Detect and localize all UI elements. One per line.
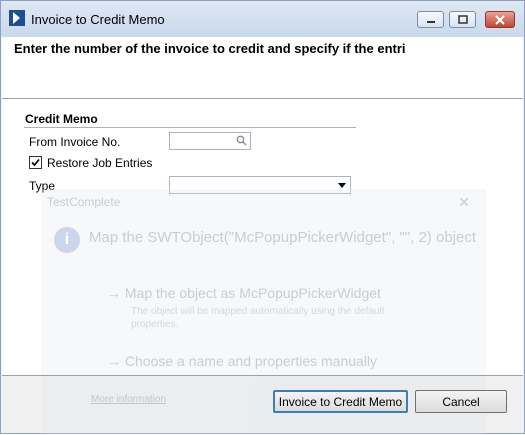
instruction-header: Enter the number of the invoice to credi… [2,37,523,99]
section-divider [24,127,356,128]
overlay-close-icon[interactable]: ✕ [458,194,470,211]
overlay-option-desc: The object will be mapped automatically … [131,306,385,330]
restore-job-entries-label[interactable]: Restore Job Entries [47,156,152,170]
app-logo-icon [9,10,25,26]
title-bar[interactable]: Invoice to Credit Memo [1,1,524,37]
overlay-more-info-link[interactable]: More information [91,394,166,405]
overlay-heading: Map the SWTObject("McPopupPickerWidget",… [89,229,476,246]
window-title: Invoice to Credit Memo [31,12,165,27]
checkmark-icon [31,158,40,167]
overlay-option-manual[interactable]: → Choose a name and properties manually [107,353,377,369]
minimize-icon [426,20,435,23]
close-button[interactable] [485,11,515,28]
close-icon [495,14,505,25]
from-invoice-input[interactable] [170,133,234,149]
overlay-title: TestComplete [47,195,121,209]
invoice-to-credit-memo-button[interactable]: Invoice to Credit Memo [273,390,408,413]
from-invoice-label: From Invoice No. [29,135,121,149]
minimize-button[interactable] [417,11,444,28]
footer-divider [2,375,523,376]
overlay-option-map[interactable]: → Map the object as McPopupPickerWidget [107,285,381,301]
search-icon[interactable] [236,135,247,146]
restore-job-entries-checkbox[interactable] [29,156,42,169]
section-title: Credit Memo [25,112,98,126]
maximize-icon [457,15,468,24]
from-invoice-field[interactable] [169,132,251,150]
dialog-window: Invoice to Credit Memo Enter the number … [0,0,525,435]
info-icon: i [54,227,80,253]
instruction-text: Enter the number of the invoice to credi… [14,41,406,56]
cancel-button[interactable]: Cancel [415,390,507,413]
chevron-down-icon[interactable] [338,183,346,188]
maximize-button[interactable] [449,11,476,28]
